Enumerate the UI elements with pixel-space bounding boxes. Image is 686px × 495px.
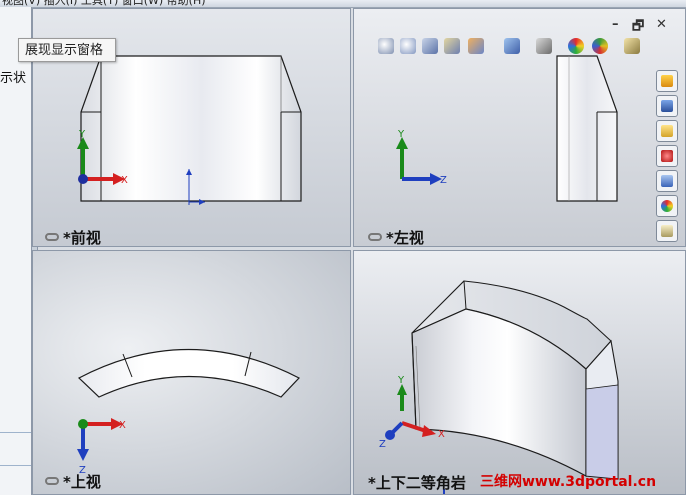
tooltip: 展现显示窗格 [18,38,116,62]
y-axis-label: Y [397,129,405,140]
menu-bar: 视图(V) 插入(I) 工具(T) 窗口(W) 帮助(H) [0,0,686,8]
part-top-face [77,348,300,398]
restore-button[interactable]: 🗗 [632,17,644,39]
view-label-front: *前视 [45,227,101,246]
appearances-icon[interactable] [656,195,678,217]
watermark-text: 三维网www.3dportal.cn [480,474,657,490]
iso-view-canvas: Y X Z [379,280,619,494]
section-view-icon[interactable] [444,38,460,54]
file-explorer-icon[interactable] [656,145,678,167]
zoom-to-fit-icon[interactable] [378,38,394,54]
view-label-top: *上视 [45,471,101,492]
home-icon[interactable] [656,70,678,92]
apply-scene-icon[interactable] [592,38,608,54]
view-label-left: *左视 [368,227,424,246]
part-side-face [556,55,618,202]
viewport-isometric[interactable]: Y X Z *上下二等角岩 [353,250,686,495]
z-axis-label: Z [379,439,386,450]
task-pane-tabs [656,70,680,242]
viewport-top[interactable]: X Z *上视 [32,250,351,495]
custom-properties-icon[interactable] [656,220,678,242]
zoom-to-area-icon[interactable] [400,38,416,54]
x-axis-label: X [438,429,445,440]
link-views-icon [45,476,59,485]
resources-icon[interactable] [656,95,678,117]
top-view-canvas: X Z [77,348,300,476]
minimize-button[interactable]: – [612,17,619,32]
divider [0,465,31,466]
x-axis-label: X [119,420,126,431]
previous-view-icon[interactable] [422,38,438,54]
view-settings-icon[interactable] [624,38,640,54]
y-axis-label: Y [78,129,86,140]
view-orientation-icon[interactable] [468,38,484,54]
close-button[interactable]: ✕ [656,17,667,32]
display-style-icon[interactable] [504,38,520,54]
divider [0,432,31,433]
view-label-isometric: *上下二等角岩 [368,474,466,492]
view-palette-icon[interactable] [656,170,678,192]
edit-appearance-icon[interactable] [568,38,584,54]
feature-manager-pane: 示状 [0,7,32,495]
standard-toolbar [345,0,675,7]
z-axis-label: Z [440,175,447,186]
link-views-icon [368,232,382,241]
hide-show-icon[interactable] [536,38,552,54]
x-axis-label: X [121,175,128,186]
pane-text: 示状 [0,71,27,86]
y-axis-label: Y [397,375,405,386]
design-library-icon[interactable] [656,120,678,142]
z-axis-arrow [77,449,89,461]
menu-items[interactable]: 视图(V) 插入(I) 工具(T) 窗口(W) 帮助(H) [2,0,206,7]
link-views-icon [45,232,59,241]
